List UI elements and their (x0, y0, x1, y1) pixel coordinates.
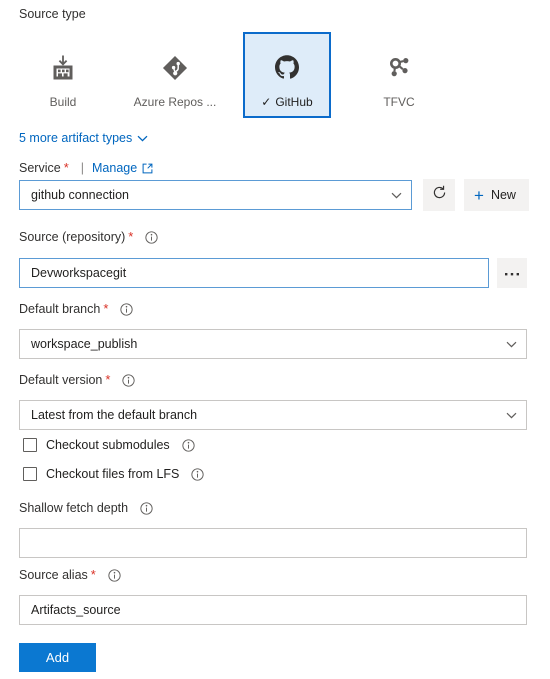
checkout-lfs-row[interactable]: Checkout files from LFS (23, 467, 205, 481)
new-service-button[interactable]: + New (464, 179, 529, 211)
more-artifact-types-label: 5 more artifact types (19, 131, 133, 145)
source-type-tile-tfvc[interactable]: TFVC (355, 32, 443, 118)
info-icon[interactable] (145, 230, 158, 244)
external-link-icon[interactable] (142, 163, 153, 174)
artifact-source-form: Source type Build Azure Repos ... ✓ GitH… (0, 0, 550, 679)
source-repository-label: Source (repository) (19, 230, 126, 244)
add-button-label: Add (45, 650, 70, 665)
chevron-down-icon (389, 192, 403, 199)
source-repository-value: Devworkspacegit (31, 266, 127, 280)
source-type-tile-tfvc-label: TFVC (383, 95, 415, 109)
default-branch-dropdown[interactable]: workspace_publish (19, 329, 527, 359)
source-repository-input[interactable]: Devworkspacegit (19, 258, 489, 288)
source-type-tile-github-text: GitHub (275, 95, 313, 109)
check-icon: ✓ (261, 95, 272, 109)
source-type-heading: Source type (19, 7, 86, 21)
default-version-dropdown[interactable]: Latest from the default branch (19, 400, 527, 430)
service-dropdown-value: github connection (31, 188, 129, 202)
more-artifact-types-link[interactable]: 5 more artifact types (19, 131, 148, 145)
refresh-button[interactable] (423, 179, 455, 211)
tfvc-icon (377, 48, 421, 88)
default-version-value: Latest from the default branch (31, 408, 198, 422)
shallow-fetch-depth-input[interactable] (19, 528, 527, 558)
new-service-button-label: New (490, 188, 516, 202)
refresh-icon (431, 184, 448, 206)
info-icon[interactable] (191, 467, 205, 481)
info-icon[interactable] (108, 568, 121, 582)
build-icon (41, 48, 85, 88)
checkout-lfs-checkbox[interactable] (23, 467, 37, 481)
shallow-fetch-depth-label-row: Shallow fetch depth (19, 500, 153, 516)
service-label-row: Service * | Manage (19, 160, 153, 176)
service-label: Service (19, 161, 61, 175)
source-type-tile-build[interactable]: Build (19, 32, 107, 118)
default-branch-required-marker: * (103, 301, 109, 316)
service-required-marker: * (63, 160, 69, 175)
manage-link[interactable]: Manage (92, 160, 137, 176)
plus-icon: + (474, 185, 484, 205)
service-dropdown[interactable]: github connection (19, 180, 412, 210)
ellipsis-icon (503, 264, 521, 282)
azure-repos-icon (153, 48, 197, 88)
default-branch-value: workspace_publish (31, 337, 138, 351)
label-separator: | (80, 161, 84, 175)
source-type-tile-group: Build Azure Repos ... ✓ GitHub TFVC (19, 32, 443, 118)
source-alias-label-row: Source alias * (19, 567, 121, 583)
shallow-fetch-depth-label: Shallow fetch depth (19, 501, 129, 515)
source-type-tile-github-label: ✓ GitHub (261, 95, 312, 109)
info-icon[interactable] (122, 373, 136, 387)
github-icon (265, 48, 309, 88)
checkout-lfs-label: Checkout files from LFS (46, 467, 180, 481)
default-version-label-row: Default version * (19, 372, 136, 388)
source-type-tile-build-label: Build (49, 95, 77, 109)
source-repository-required-marker: * (128, 229, 134, 244)
chevron-down-icon (137, 131, 148, 145)
checkout-submodules-row[interactable]: Checkout submodules (23, 438, 195, 452)
checkout-submodules-label: Checkout submodules (46, 438, 170, 452)
source-type-tile-azure-repos-label: Azure Repos ... (133, 95, 217, 109)
add-button[interactable]: Add (19, 643, 96, 672)
source-alias-value: Artifacts_source (31, 603, 121, 617)
info-icon[interactable] (182, 438, 195, 452)
info-icon[interactable] (140, 501, 153, 515)
source-type-tile-github[interactable]: ✓ GitHub (243, 32, 331, 118)
info-icon[interactable] (120, 302, 134, 316)
source-repository-label-row: Source (repository) * (19, 229, 158, 245)
source-alias-required-marker: * (90, 567, 96, 582)
chevron-down-icon (504, 412, 518, 419)
source-alias-label: Source alias (19, 568, 88, 582)
browse-repository-button[interactable] (497, 258, 527, 288)
default-branch-label-row: Default branch * (19, 301, 134, 317)
default-branch-label: Default branch (19, 302, 101, 316)
source-type-tile-azure-repos[interactable]: Azure Repos ... (131, 32, 219, 118)
checkout-submodules-checkbox[interactable] (23, 438, 37, 452)
chevron-down-icon (504, 341, 518, 348)
default-version-required-marker: * (105, 372, 111, 387)
default-version-label: Default version (19, 373, 103, 387)
source-alias-input[interactable]: Artifacts_source (19, 595, 527, 625)
